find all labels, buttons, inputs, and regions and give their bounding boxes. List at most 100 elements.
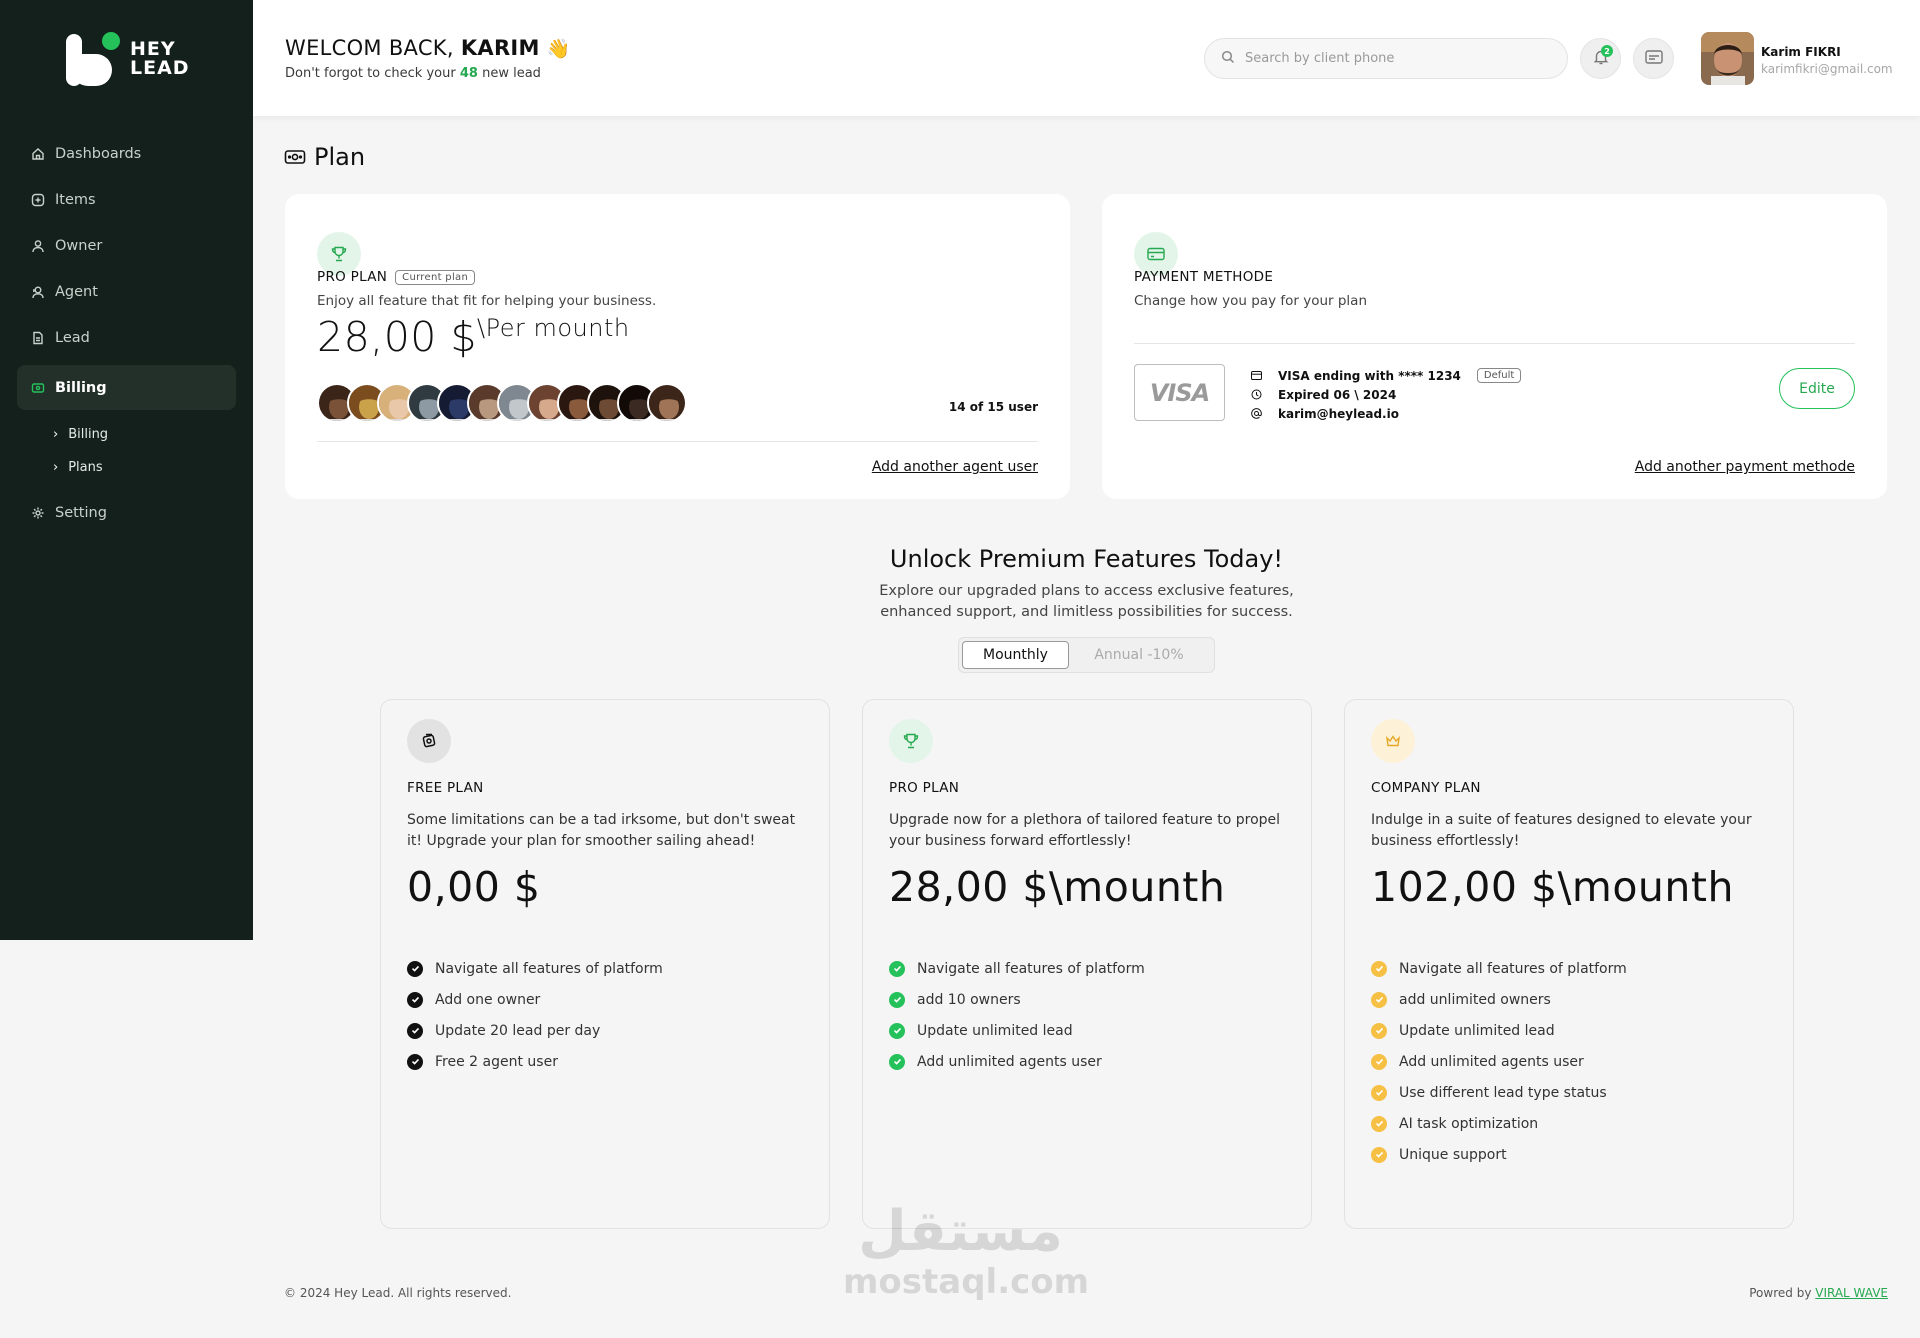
current-plan-description: Enjoy all feature that fit for helping y… <box>317 293 657 309</box>
plan-feature-item: Navigate all features of platform <box>889 953 1145 984</box>
plan-title: COMPANY PLAN <box>1371 780 1481 796</box>
sidebar-item-agent[interactable]: Agent <box>17 273 236 311</box>
plan-feature-label: add unlimited owners <box>1399 991 1551 1008</box>
plan-feature-item: Update unlimited lead <box>1371 1015 1627 1046</box>
payment-method-card: PAYMENT METHODE Change how you pay for y… <box>1102 194 1887 499</box>
user-email: karimfikri@gmail.com <box>1761 62 1893 76</box>
plan-feature-label: Add unlimited agents user <box>917 1053 1102 1070</box>
payment-method-description: Change how you pay for your plan <box>1134 293 1367 309</box>
check-circle-icon <box>1371 1115 1387 1132</box>
plan-feature-item: Navigate all features of platform <box>407 953 663 984</box>
sidebar-item-dashboards[interactable]: Dashboards <box>17 135 236 173</box>
payment-method-title: PAYMENT METHODE <box>1134 269 1274 285</box>
plan-feature-list: Navigate all features of platform add unl… <box>1371 953 1627 1170</box>
current-plan-price: 28,00 $\Per mounth <box>317 313 630 361</box>
search-icon <box>1221 49 1235 68</box>
powered-by-link[interactable]: VIRAL WAVE <box>1815 1286 1888 1300</box>
unlock-heading: Unlock Premium Features Today! <box>889 545 1284 573</box>
current-plan-tag: Current plan <box>395 269 476 285</box>
plan-feature-item: Update unlimited lead <box>889 1015 1145 1046</box>
sidebar-item-items[interactable]: Items <box>17 181 236 219</box>
company-plan-card[interactable]: COMPANY PLAN Indulge in a suite of featu… <box>1344 699 1794 1229</box>
check-circle-icon <box>1371 1053 1387 1070</box>
check-circle-icon <box>407 960 423 977</box>
plan-feature-label: Add one owner <box>435 991 541 1008</box>
plan-feature-label: Update 20 lead per day <box>435 1022 601 1039</box>
sidebar-item-label: Items <box>55 192 96 208</box>
plan-feature-item: Add unlimited agents user <box>889 1046 1145 1077</box>
plan-price: 0,00 $ <box>407 863 541 911</box>
home-icon <box>31 147 45 161</box>
sidebar-nav: Dashboards Items Owner Agent Lead Billin… <box>17 135 236 540</box>
user-avatar[interactable] <box>1701 32 1754 85</box>
plan-feature-label: Update unlimited lead <box>917 1022 1073 1039</box>
expiry-row: Expired 06 \ 2024 <box>1250 385 1521 404</box>
default-tag: Defult <box>1476 368 1522 383</box>
plan-feature-list: Navigate all features of platform add 10 … <box>889 953 1145 1077</box>
sidebar-item-billing[interactable]: Billing <box>17 365 236 410</box>
card-number-row: VISA ending with **** 1234 Defult <box>1250 366 1522 385</box>
sidebar-item-setting[interactable]: Setting <box>17 494 236 532</box>
check-circle-icon <box>1371 1022 1387 1039</box>
check-circle-icon <box>1371 991 1387 1008</box>
check-circle-icon <box>889 1022 905 1039</box>
billing-period-toggle: Mounthly Annual -10% <box>958 637 1215 673</box>
unlock-subtext: Explore our upgraded plans to access exc… <box>879 583 1294 620</box>
notification-button[interactable]: 2 <box>1580 38 1621 79</box>
footer-copyright: © 2024 Hey Lead. All rights reserved. <box>284 1286 512 1300</box>
search-box[interactable] <box>1204 38 1568 79</box>
user-icon <box>31 239 45 253</box>
messages-button[interactable] <box>1633 38 1674 79</box>
plan-feature-label: AI task optimization <box>1399 1115 1539 1132</box>
check-circle-icon <box>1371 1084 1387 1101</box>
current-plan-title: PRO PLAN Current plan <box>317 269 476 285</box>
plan-feature-label: Unique support <box>1399 1146 1507 1163</box>
toggle-monthly[interactable]: Mounthly <box>962 641 1069 669</box>
sidebar-subitem-plans[interactable]: › Plans <box>17 451 236 484</box>
sidebar-item-lead[interactable]: Lead <box>17 319 236 357</box>
add-payment-method-link[interactable]: Add another payment methode <box>1635 459 1855 475</box>
add-agent-user-link[interactable]: Add another agent user <box>872 459 1038 475</box>
card-divider <box>1134 343 1855 344</box>
sidebar-item-owner[interactable]: Owner <box>17 227 236 265</box>
at-icon <box>1250 408 1262 419</box>
card-icon <box>1250 371 1262 380</box>
search-input[interactable] <box>1245 51 1545 66</box>
plan-description: Indulge in a suite of features designed … <box>1371 812 1752 849</box>
check-circle-icon <box>889 1053 905 1070</box>
plan-feature-item: add unlimited owners <box>1371 984 1627 1015</box>
agent-icon <box>31 285 45 299</box>
pro-plan-card[interactable]: PRO PLAN Upgrade now for a plethora of t… <box>862 699 1312 1229</box>
free-plan-card[interactable]: FREE PLAN Some limitations can be a tad … <box>380 699 830 1229</box>
edit-payment-button[interactable]: Edite <box>1779 368 1855 409</box>
clock-icon <box>1250 389 1262 400</box>
check-circle-icon <box>407 991 423 1008</box>
plan-feature-label: Navigate all features of platform <box>435 960 663 977</box>
sidebar-item-label: Owner <box>55 238 103 254</box>
payment-details: VISA ending with **** 1234 Defult Expired… <box>1250 366 1522 423</box>
sidebar-subitem-label: Plans <box>68 460 103 475</box>
sidebar-item-label: Agent <box>55 284 98 300</box>
plan-feature-label: Navigate all features of platform <box>1399 960 1627 977</box>
sidebar-item-label: Lead <box>55 330 90 346</box>
plan-description: Upgrade now for a plethora of tailored f… <box>889 812 1281 849</box>
plan-price: 28,00 $\mounth <box>889 863 1226 911</box>
message-card-icon <box>1644 49 1664 69</box>
sidebar-item-label: Dashboards <box>55 146 142 162</box>
plan-feature-item: Use different lead type status <box>1371 1077 1627 1108</box>
footer-powered-by: Powred by VIRAL WAVE <box>1749 1286 1888 1300</box>
watermark: مستقل mostaql.com <box>843 1199 1090 1302</box>
chevron-right-icon: › <box>53 460 59 475</box>
toggle-annual[interactable]: Annual -10% <box>1069 641 1209 669</box>
agent-avatar[interactable] <box>647 383 687 423</box>
shield-icon <box>407 719 451 763</box>
brand-logo[interactable]: HEY LEAD <box>66 32 190 86</box>
check-circle-icon <box>1371 960 1387 977</box>
page-title: Plan <box>284 143 365 171</box>
billing-icon <box>31 381 45 395</box>
plan-feature-list: Navigate all features of platform Add one… <box>407 953 663 1077</box>
sidebar-item-label: Billing <box>55 379 107 396</box>
sidebar-subitem-billing[interactable]: › Billing <box>17 418 236 451</box>
card-divider <box>317 441 1038 442</box>
check-circle-icon <box>407 1053 423 1070</box>
